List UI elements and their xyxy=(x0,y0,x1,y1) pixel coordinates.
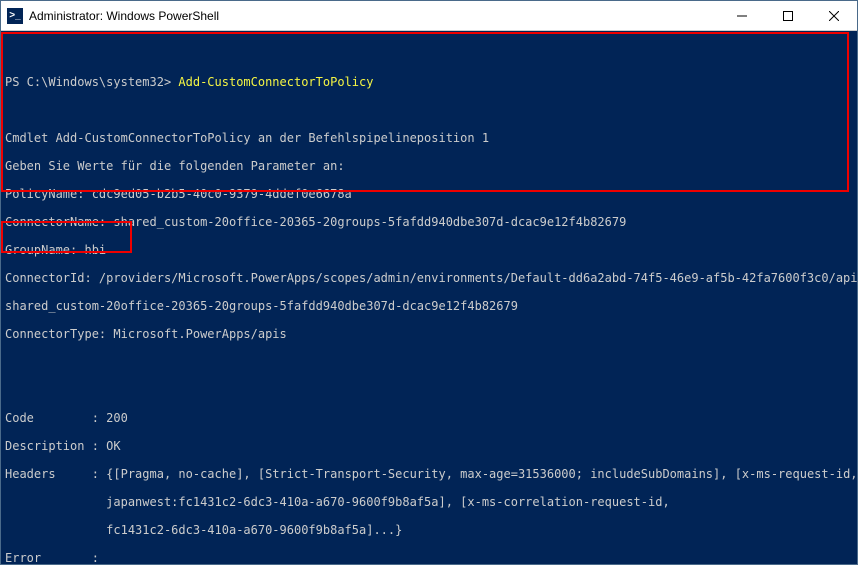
maximize-button[interactable] xyxy=(765,1,811,30)
param-prompt: Geben Sie Werte für die folgenden Parame… xyxy=(5,159,853,173)
groupname-line: GroupName: hbi xyxy=(5,243,853,257)
terminal-output[interactable]: PS C:\Windows\system32> Add-CustomConnec… xyxy=(1,31,857,564)
titlebar[interactable]: >_ Administrator: Windows PowerShell xyxy=(1,1,857,31)
cmdlet-header: Cmdlet Add-CustomConnectorToPolicy an de… xyxy=(5,131,853,145)
window-title: Administrator: Windows PowerShell xyxy=(29,9,719,23)
minimize-button[interactable] xyxy=(719,1,765,30)
window-controls xyxy=(719,1,857,30)
powershell-window: >_ Administrator: Windows PowerShell PS … xyxy=(0,0,858,565)
error-value: : xyxy=(92,551,99,564)
description-label: Description xyxy=(5,439,92,453)
headers-value: : {[Pragma, no-cache], [Strict-Transport… xyxy=(92,467,857,481)
prompt: PS C:\Windows\system32> xyxy=(5,75,178,89)
code-label: Code xyxy=(5,411,92,425)
headers-label: Headers xyxy=(5,467,92,481)
connectorname-line: ConnectorName: shared_custom-20office-20… xyxy=(5,215,853,229)
policyname-line: PolicyName: cdc9ed05-b2b5-40c0-9379-4dde… xyxy=(5,187,853,201)
connectorid-line: ConnectorId: /providers/Microsoft.PowerA… xyxy=(5,271,853,285)
headers-cont1: japanwest:fc1431c2-6dc3-410a-a670-9600f9… xyxy=(5,495,853,509)
connectorid-cont: shared_custom-20office-20365-20groups-5f… xyxy=(5,299,853,313)
error-label: Error xyxy=(5,551,92,564)
headers-cont2: fc1431c2-6dc3-410a-a670-9600f9b8af5a]...… xyxy=(5,523,853,537)
powershell-icon: >_ xyxy=(7,8,23,24)
close-button[interactable] xyxy=(811,1,857,30)
command-text: Add-CustomConnectorToPolicy xyxy=(178,75,373,89)
description-value: : OK xyxy=(92,439,121,453)
connectortype-line: ConnectorType: Microsoft.PowerApps/apis xyxy=(5,327,853,341)
code-value: : 200 xyxy=(92,411,128,425)
